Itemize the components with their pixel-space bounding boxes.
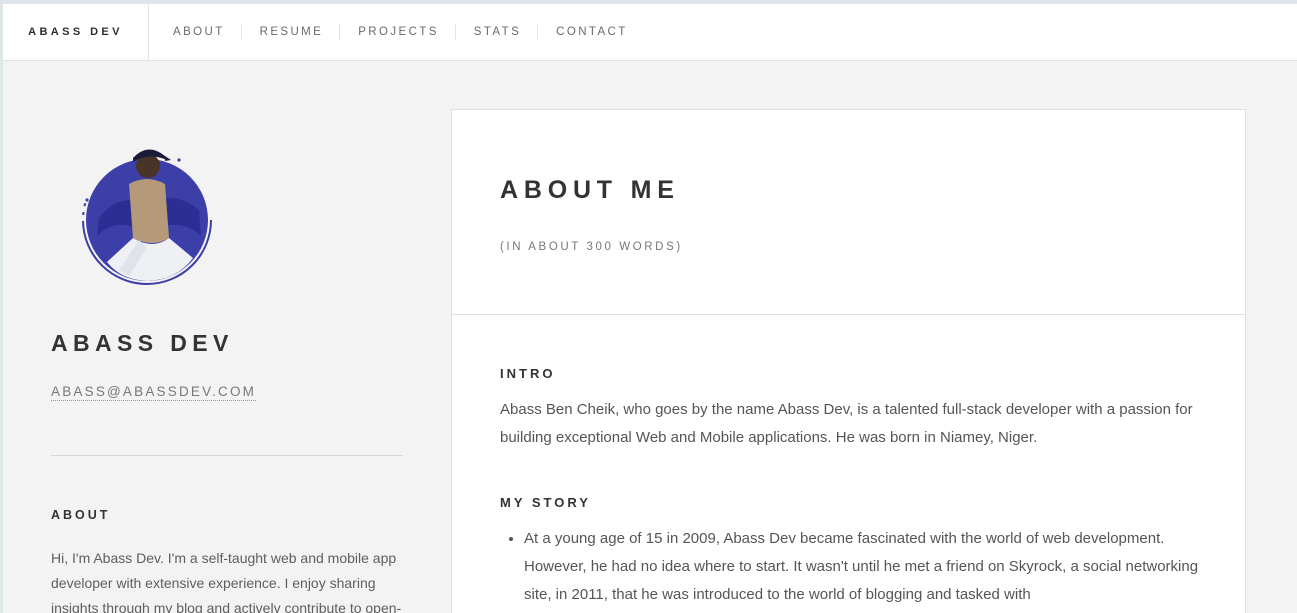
nav-links: ABOUT RESUME PROJECTS STATS CONTACT (155, 4, 644, 60)
sidebar-about-text: Hi, I'm Abass Dev. I'm a self-taught web… (51, 550, 402, 613)
nav-link-contact[interactable]: CONTACT (537, 24, 644, 40)
profile-name: ABASS DEV (51, 330, 234, 356)
sidebar-divider (51, 455, 403, 456)
sidebar-about-heading: ABOUT (51, 508, 111, 522)
nav-link-about[interactable]: ABOUT (155, 24, 241, 40)
story-list-item: At a young age of 15 in 2009, Abass Dev … (524, 525, 1224, 609)
page-frame: ABASS DEV ABOUT RESUME PROJECTS STATS CO… (3, 4, 1297, 613)
intro-text: Abass Ben Cheik, who goes by the name Ab… (500, 401, 1193, 446)
profile-email-link[interactable]: ABASS@ABASSDEV.COM (51, 384, 257, 401)
intro-heading: INTRO (500, 366, 556, 381)
story-heading: MY STORY (500, 495, 591, 510)
nav-link-stats[interactable]: STATS (454, 24, 537, 40)
page-subtitle: (IN ABOUT 300 WORDS) (500, 241, 683, 253)
card-header: ABOUT ME (IN ABOUT 300 WORDS) (452, 110, 1245, 315)
brand-link[interactable]: ABASS DEV (3, 4, 149, 60)
top-navigation: ABASS DEV ABOUT RESUME PROJECTS STATS CO… (3, 4, 1297, 61)
story-list: At a young age of 15 in 2009, Abass Dev … (500, 525, 1224, 609)
avatar (82, 149, 212, 285)
nav-link-resume[interactable]: RESUME (240, 24, 340, 40)
page-title: ABOUT ME (500, 176, 680, 204)
about-card: ABOUT ME (IN ABOUT 300 WORDS) INTRO Abas… (451, 109, 1246, 613)
nav-link-projects[interactable]: PROJECTS (339, 24, 455, 40)
